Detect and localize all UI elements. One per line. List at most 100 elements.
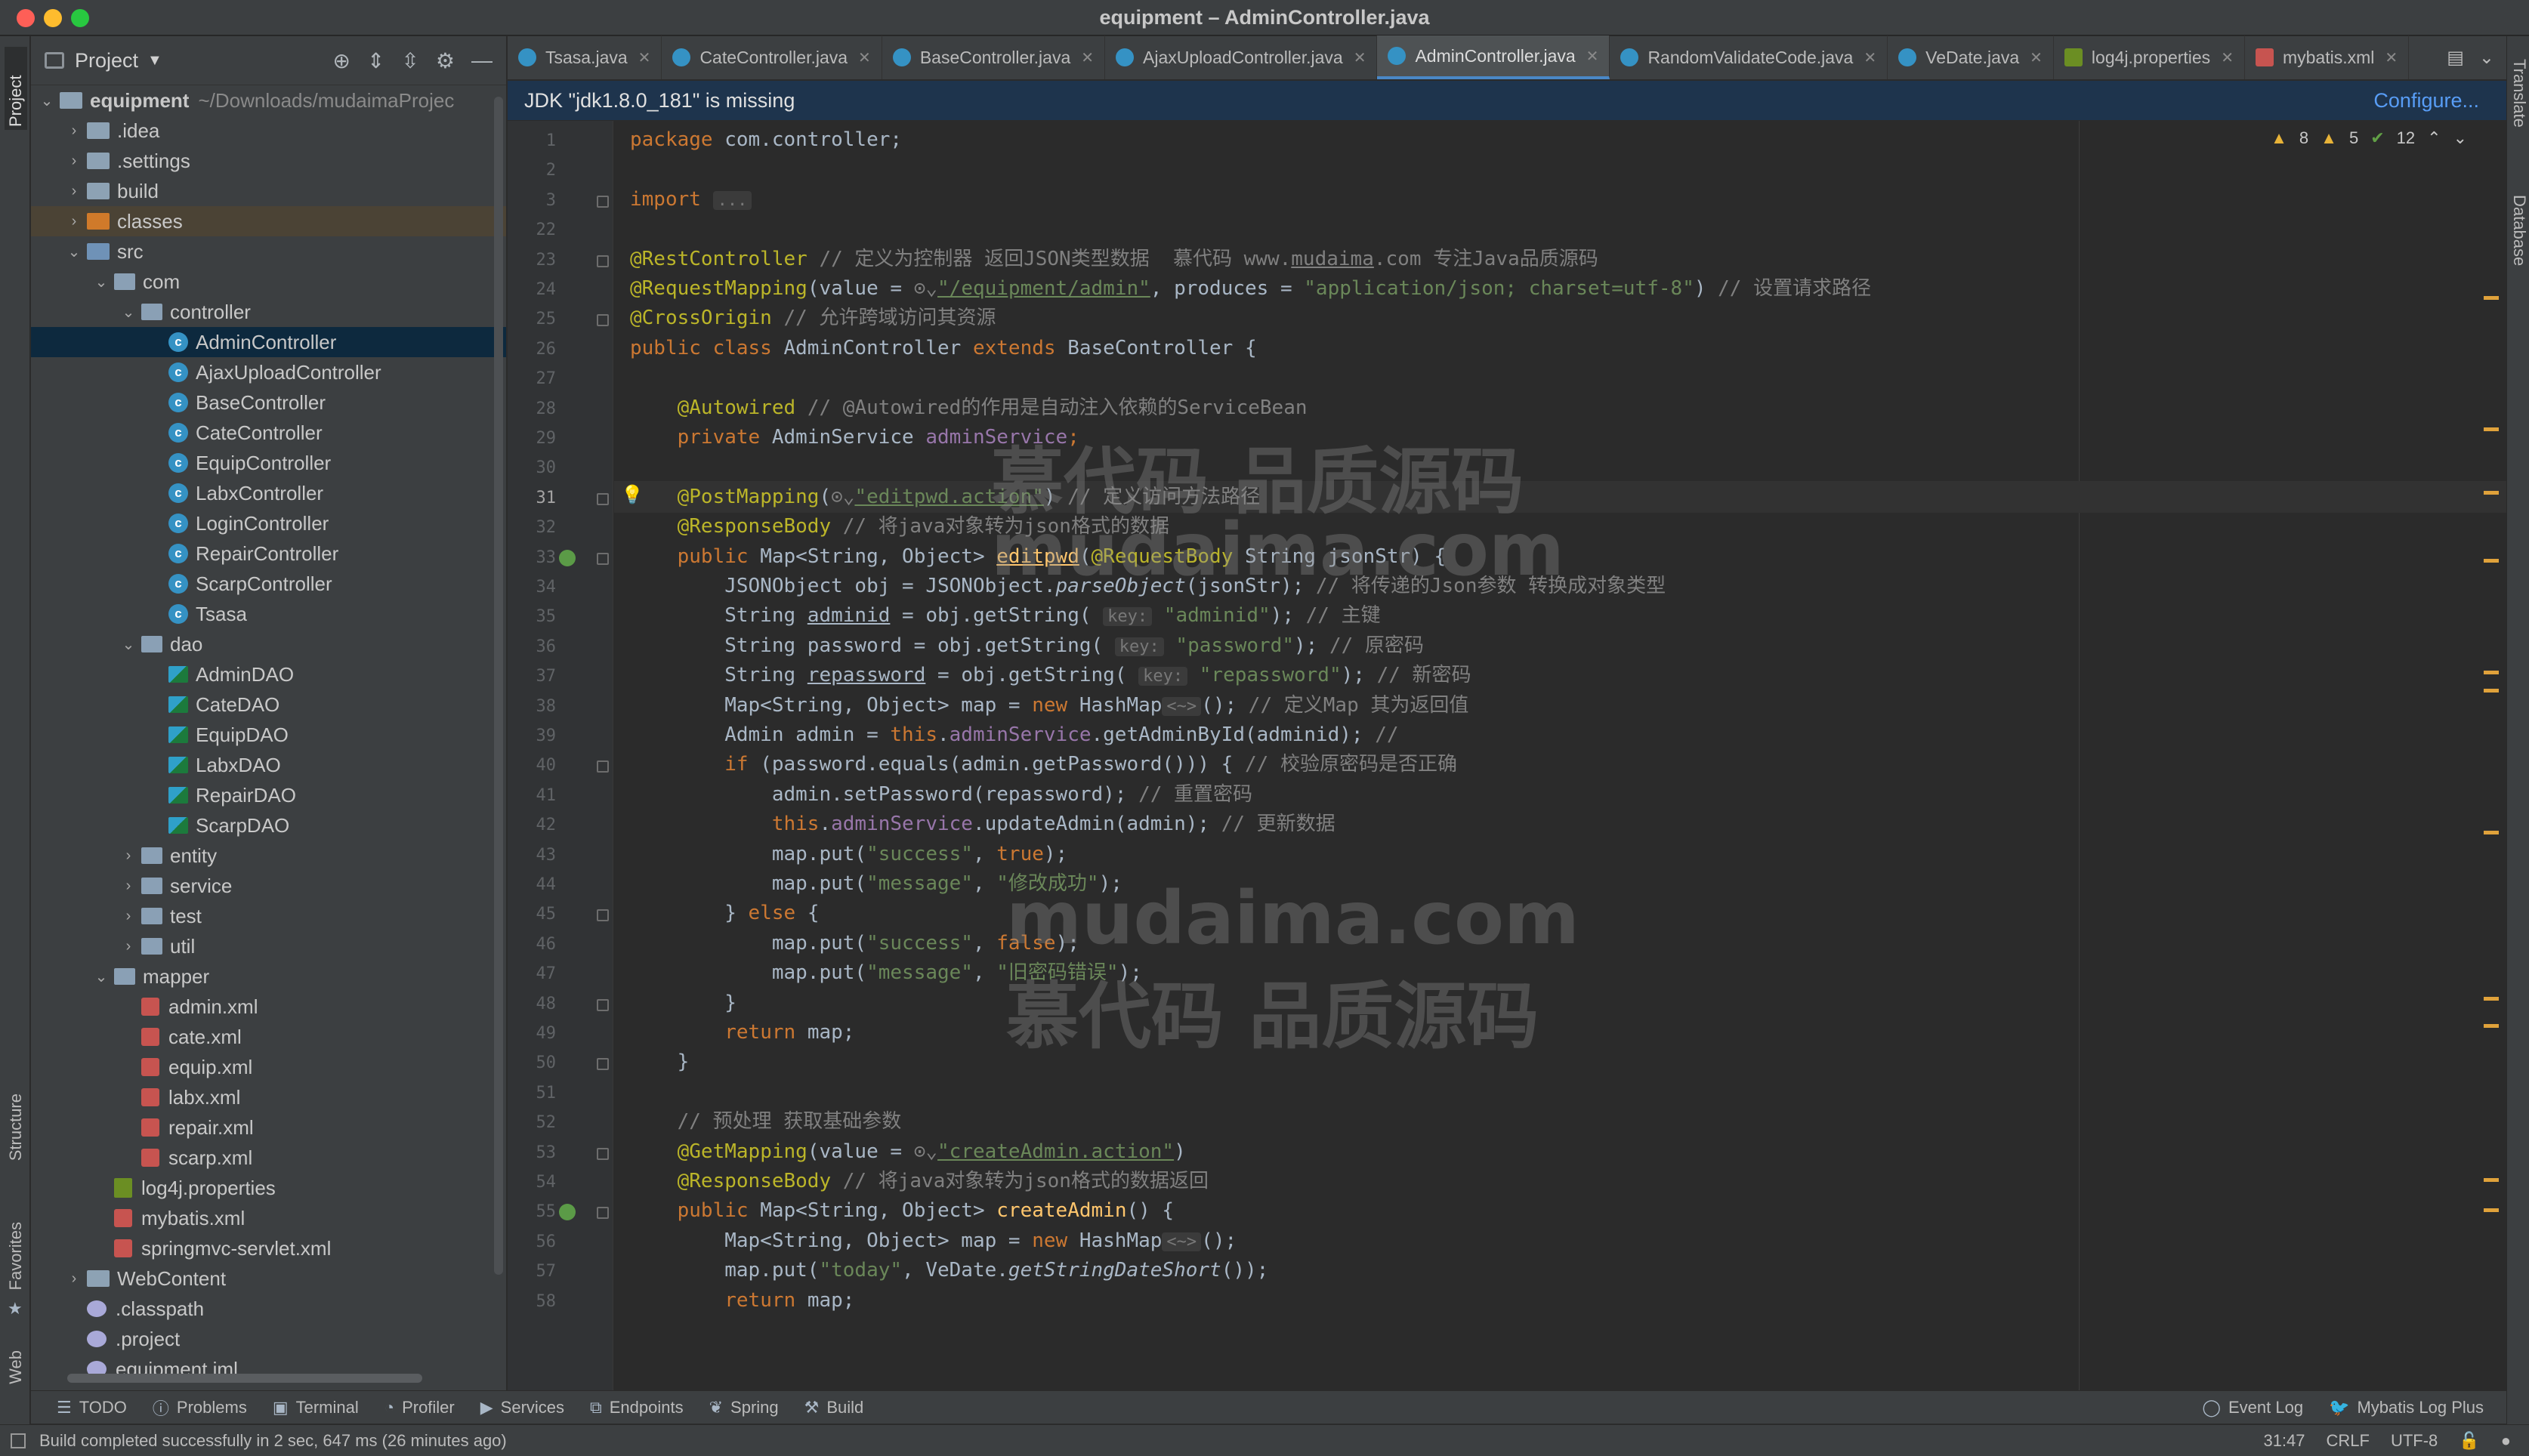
tree-row[interactable]: › .settings xyxy=(31,146,506,176)
code-line[interactable]: return map; xyxy=(630,1016,854,1048)
tree-row[interactable]: cate.xml xyxy=(31,1022,506,1052)
fold-marker-icon[interactable] xyxy=(597,1058,609,1071)
structure-tool-tab[interactable]: Structure xyxy=(6,1094,26,1161)
fold-marker-icon[interactable] xyxy=(597,492,609,505)
tree-row[interactable]: c ScarpController xyxy=(31,569,506,599)
fold-marker-icon[interactable] xyxy=(597,195,609,208)
tool-window-button-problems[interactable]: ⓘ Problems xyxy=(153,1396,247,1420)
file-encoding[interactable]: UTF-8 xyxy=(2391,1431,2438,1451)
tree-row[interactable]: ⌄ controller xyxy=(31,297,506,327)
tree-row[interactable]: c EquipController xyxy=(31,448,506,478)
editor-tab[interactable]: Tsasa.java ✕ xyxy=(508,35,662,79)
collapse-arrow-icon[interactable]: ⌄ xyxy=(120,635,137,654)
editor-tab[interactable]: mybatis.xml ✕ xyxy=(2245,35,2410,79)
error-stripe-mark[interactable] xyxy=(2484,831,2499,834)
tool-window-button-endpoints[interactable]: ⧉ Endpoints xyxy=(590,1398,684,1417)
tree-row[interactable]: ⌄ src xyxy=(31,236,506,267)
collapse-arrow-icon[interactable]: ⌄ xyxy=(120,303,137,322)
gear-icon[interactable]: ⚙ xyxy=(436,48,455,73)
code-line[interactable]: String password = obj.getString( key: "p… xyxy=(630,630,1424,662)
tree-row[interactable]: › WebContent xyxy=(31,1263,506,1294)
database-tool-tab[interactable]: Database xyxy=(2509,195,2529,266)
tree-row[interactable]: c Tsasa xyxy=(31,599,506,629)
error-stripe-mark[interactable] xyxy=(2484,491,2499,495)
editor-tab[interactable]: AjaxUploadController.java ✕ xyxy=(1105,35,1378,79)
project-tool-tab[interactable]: Project xyxy=(5,47,27,130)
close-tab-icon[interactable]: ✕ xyxy=(2385,48,2398,67)
code-line[interactable]: Admin admin = this.adminService.getAdmin… xyxy=(630,719,1398,751)
code-line[interactable]: @GetMapping(value = ⊙⌄"createAdmin.actio… xyxy=(630,1136,1186,1168)
line-gutter[interactable]: 1 2 3 22 23 24 25 26 27 28 29 30 31 32 33 34 35 36 37 38 39 4… xyxy=(508,121,613,1390)
caret-position[interactable]: 31:47 xyxy=(2263,1431,2305,1451)
error-stripe-mark[interactable] xyxy=(2484,689,2499,693)
tree-row[interactable]: equip.xml xyxy=(31,1052,506,1082)
code-line[interactable]: // 预处理 获取基础参数 xyxy=(630,1106,902,1137)
code-line[interactable]: String adminid = obj.getString( key: "ad… xyxy=(630,600,1380,631)
expand-arrow-icon[interactable]: › xyxy=(66,122,82,140)
tree-row[interactable]: labx.xml xyxy=(31,1082,506,1112)
expand-arrow-icon[interactable]: › xyxy=(120,938,137,955)
tree-row[interactable]: AdminDAO xyxy=(31,659,506,689)
tree-row[interactable]: springmvc-servlet.xml xyxy=(31,1233,506,1263)
close-tab-icon[interactable]: ✕ xyxy=(2030,48,2043,67)
code-line[interactable]: map.put("success", true); xyxy=(630,838,1067,870)
fold-marker-icon[interactable] xyxy=(597,1207,609,1220)
translate-tool-tab[interactable]: Translate xyxy=(2509,59,2529,128)
code-line[interactable]: Map<String, Object> map = new HashMap <~>… xyxy=(630,689,1468,721)
next-highlight-icon[interactable]: ⌄ xyxy=(2453,128,2467,148)
tree-row[interactable]: LabxDAO xyxy=(31,750,506,780)
tree-row[interactable]: › util xyxy=(31,931,506,961)
tree-row[interactable]: › build xyxy=(31,176,506,206)
minimize-window-button[interactable] xyxy=(44,9,62,27)
previous-highlight-icon[interactable]: ⌃ xyxy=(2427,128,2441,148)
tree-row[interactable]: ⌄ equipment ~/Downloads/mudaimaProjec xyxy=(31,85,506,116)
expand-arrow-icon[interactable]: › xyxy=(120,908,137,925)
collapse-arrow-icon[interactable]: ⌄ xyxy=(66,242,82,261)
tree-row[interactable]: ⌄ mapper xyxy=(31,961,506,992)
expand-arrow-icon[interactable]: › xyxy=(66,213,82,230)
expand-arrow-icon[interactable]: › xyxy=(120,878,137,895)
close-tab-icon[interactable]: ✕ xyxy=(638,48,651,67)
fold-marker-icon[interactable] xyxy=(597,909,609,922)
code-line[interactable]: if (password.equals(admin.getPassword())… xyxy=(630,748,1457,780)
collapse-arrow-icon[interactable]: ⌄ xyxy=(93,273,110,292)
endpoint-gutter-icon[interactable] xyxy=(559,549,576,566)
close-tab-icon[interactable]: ✕ xyxy=(1081,48,1094,67)
expand-arrow-icon[interactable]: › xyxy=(66,183,82,200)
tree-row[interactable]: scarp.xml xyxy=(31,1143,506,1173)
inspection-widget[interactable]: ▲ 8 ▲ 5 ✔ 12 ⌃ ⌄ xyxy=(2271,128,2467,148)
tool-window-button-event-log[interactable]: ◯ Event Log xyxy=(2202,1398,2303,1417)
code-line[interactable]: String repassword = obj.getString( key: … xyxy=(630,659,1471,691)
code-line[interactable]: Map<String, Object> map = new HashMap <~>… xyxy=(630,1225,1237,1257)
recent-files-icon[interactable]: ▤ xyxy=(2447,47,2464,69)
code-line[interactable]: } else { xyxy=(630,897,819,929)
tool-window-button-mybatis-log-plus[interactable]: 🐦 Mybatis Log Plus xyxy=(2329,1398,2484,1417)
collapse-arrow-icon[interactable]: ⌄ xyxy=(39,91,55,110)
web-tool-tab[interactable]: Web xyxy=(6,1350,26,1384)
fold-marker-icon[interactable] xyxy=(597,552,609,565)
tree-row[interactable]: c AdminController xyxy=(31,327,506,357)
close-tab-icon[interactable]: ✕ xyxy=(858,48,871,67)
error-stripe-mark[interactable] xyxy=(2484,671,2499,674)
endpoint-gutter-icon[interactable] xyxy=(559,1204,576,1221)
fold-marker-icon[interactable] xyxy=(597,254,609,267)
tree-row[interactable]: › test xyxy=(31,901,506,931)
toggle-tool-windows-icon[interactable] xyxy=(11,1433,26,1448)
notifications-icon[interactable]: ● xyxy=(2501,1431,2511,1451)
tool-window-button-spring[interactable]: ❦ Spring xyxy=(709,1398,779,1417)
fold-marker-icon[interactable] xyxy=(597,998,609,1011)
expand-arrow-icon[interactable]: › xyxy=(66,1270,82,1288)
collapse-arrow-icon[interactable]: ⌄ xyxy=(93,967,110,986)
code-line[interactable]: } xyxy=(630,1046,690,1078)
line-separator[interactable]: CRLF xyxy=(2327,1431,2370,1451)
fold-marker-icon[interactable] xyxy=(597,760,609,773)
close-tab-icon[interactable]: ✕ xyxy=(2221,48,2234,67)
tree-row[interactable]: ScarpDAO xyxy=(31,810,506,841)
tree-row[interactable]: mybatis.xml xyxy=(31,1203,506,1233)
code-line[interactable]: @Autowired // @Autowired的作用是自动注入依赖的Servi… xyxy=(630,392,1308,424)
tree-row[interactable]: EquipDAO xyxy=(31,720,506,750)
tree-row[interactable]: .classpath xyxy=(31,1294,506,1324)
close-tab-icon[interactable]: ✕ xyxy=(1586,47,1599,66)
tool-window-button-todo[interactable]: ☰ TODO xyxy=(57,1398,127,1417)
fold-marker-icon[interactable] xyxy=(597,314,609,327)
